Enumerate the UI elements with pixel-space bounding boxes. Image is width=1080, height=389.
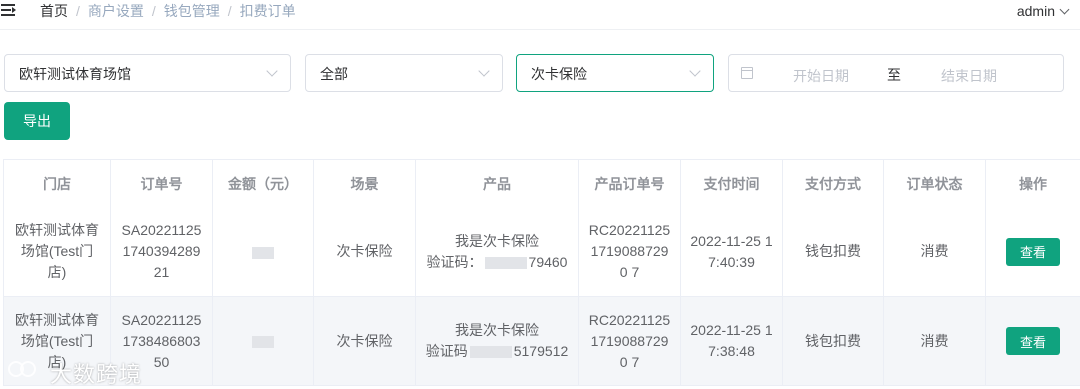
cell-scene: 次卡保险 — [313, 296, 416, 386]
date-range-picker[interactable]: 开始日期 至 结束日期 — [728, 54, 1064, 92]
table-row: 欧轩测试体育场馆(Test门店) SA20221125174039428921 … — [3, 207, 1080, 297]
scene-select[interactable]: 全部 — [305, 54, 503, 92]
chevron-down-icon — [478, 65, 490, 77]
table-row: 欧轩测试体育场馆(Test门店) SA20221125173848680350 … — [3, 296, 1080, 386]
product-name: 我是次卡保险 — [455, 322, 539, 338]
cell-scene: 次卡保险 — [313, 207, 416, 297]
orders-table: 门店 订单号 金额（元） 场景 产品 产品订单号 支付时间 支付方式 订单状态 … — [3, 159, 1080, 386]
breadcrumb: 首页 / 商户设置 / 钱包管理 / 扣费订单 — [40, 2, 296, 20]
cell-actions: 查看 — [985, 207, 1080, 297]
product-select-value: 次卡保险 — [531, 66, 587, 82]
column-header-product-order-no: 产品订单号 — [578, 159, 681, 208]
date-range-separator: 至 — [887, 67, 901, 83]
username: admin — [1016, 3, 1055, 19]
date-start-input[interactable]: 开始日期 — [793, 66, 849, 86]
column-header-pay-time: 支付时间 — [680, 159, 783, 208]
cell-product: 我是次卡保险 验证码： 79460 — [415, 207, 579, 297]
cell-store: 欧轩测试体育场馆(Test门店) — [3, 207, 111, 297]
watermark-text: 大数跨境 — [50, 362, 143, 387]
watermark-logo-icon — [8, 357, 38, 381]
breadcrumb-separator: / — [151, 3, 156, 19]
product-select[interactable]: 次卡保险 — [516, 54, 714, 92]
breadcrumb-merchant-settings[interactable]: 商户设置 — [88, 3, 144, 19]
column-header-scene: 场景 — [313, 159, 416, 208]
column-header-order-no: 订单号 — [110, 159, 213, 208]
breadcrumb-separator: / — [76, 3, 80, 19]
view-button[interactable]: 查看 — [1006, 237, 1060, 266]
store-select[interactable]: 欧轩测试体育场馆 — [4, 54, 291, 92]
cell-actions: 查看 — [985, 296, 1080, 386]
scene-select-value: 全部 — [320, 66, 348, 82]
verify-code: 验证码： 79460 — [424, 252, 570, 273]
breadcrumb-separator: / — [227, 3, 232, 19]
chevron-down-icon — [1059, 4, 1070, 15]
cell-product: 我是次卡保险 验证码 5179512 — [415, 296, 579, 386]
table-header-row: 门店 订单号 金额（元） 场景 产品 产品订单号 支付时间 支付方式 订单状态 … — [3, 159, 1080, 208]
breadcrumb-home[interactable]: 首页 — [40, 3, 68, 19]
product-name: 我是次卡保险 — [455, 232, 539, 249]
verify-code-label: 验证码： — [426, 253, 483, 270]
redacted-amount — [252, 246, 274, 259]
redacted-verify-code — [484, 257, 527, 270]
top-bar: 首页 / 商户设置 / 钱包管理 / 扣费订单 admin — [0, 0, 1080, 30]
verify-code: 验证码 5179512 — [424, 341, 570, 362]
column-header-product: 产品 — [415, 159, 579, 208]
column-header-store: 门店 — [3, 159, 111, 208]
cell-pay-method: 钱包扣费 — [782, 296, 884, 386]
user-menu[interactable]: admin — [1016, 3, 1070, 19]
breadcrumb-deduction-orders: 扣费订单 — [239, 3, 296, 19]
hamburger-menu-icon[interactable] — [1, 3, 17, 17]
store-select-value: 欧轩测试体育场馆 — [19, 66, 131, 82]
watermark: 大数跨境 — [4, 354, 154, 387]
redacted-verify-code — [469, 346, 512, 359]
cell-product-order-no: RC2022112517190887290 7 — [578, 296, 681, 386]
cell-order-status: 消费 — [883, 296, 986, 386]
cell-product-order-no: RC2022112517190887290 7 — [578, 207, 681, 297]
chevron-down-icon — [689, 65, 701, 77]
cell-order-no: SA20221125174039428921 — [110, 207, 213, 297]
verify-code-label: 验证码 — [425, 343, 468, 359]
column-header-order-status: 订单状态 — [883, 159, 986, 208]
column-header-amount: 金额（元） — [212, 159, 314, 208]
cell-pay-time: 2022-11-25 17:40:39 — [680, 207, 783, 297]
cell-pay-time: 2022-11-25 17:38:48 — [680, 296, 783, 386]
breadcrumb-wallet-management[interactable]: 钱包管理 — [164, 3, 220, 19]
verify-code-suffix: 79460 — [528, 253, 568, 270]
cell-pay-method: 钱包扣费 — [782, 207, 884, 297]
redacted-amount — [252, 335, 274, 348]
cell-order-status: 消费 — [883, 207, 986, 297]
cell-amount — [212, 207, 314, 297]
verify-code-suffix: 5179512 — [513, 343, 569, 359]
cell-amount — [212, 296, 314, 386]
date-end-input[interactable]: 结束日期 — [941, 66, 997, 86]
view-button[interactable]: 查看 — [1006, 327, 1060, 355]
chevron-down-icon — [266, 65, 278, 77]
column-header-pay-method: 支付方式 — [782, 159, 884, 208]
calendar-icon — [741, 67, 753, 79]
export-button[interactable]: 导出 — [4, 102, 70, 140]
column-header-actions: 操作 — [985, 159, 1080, 208]
